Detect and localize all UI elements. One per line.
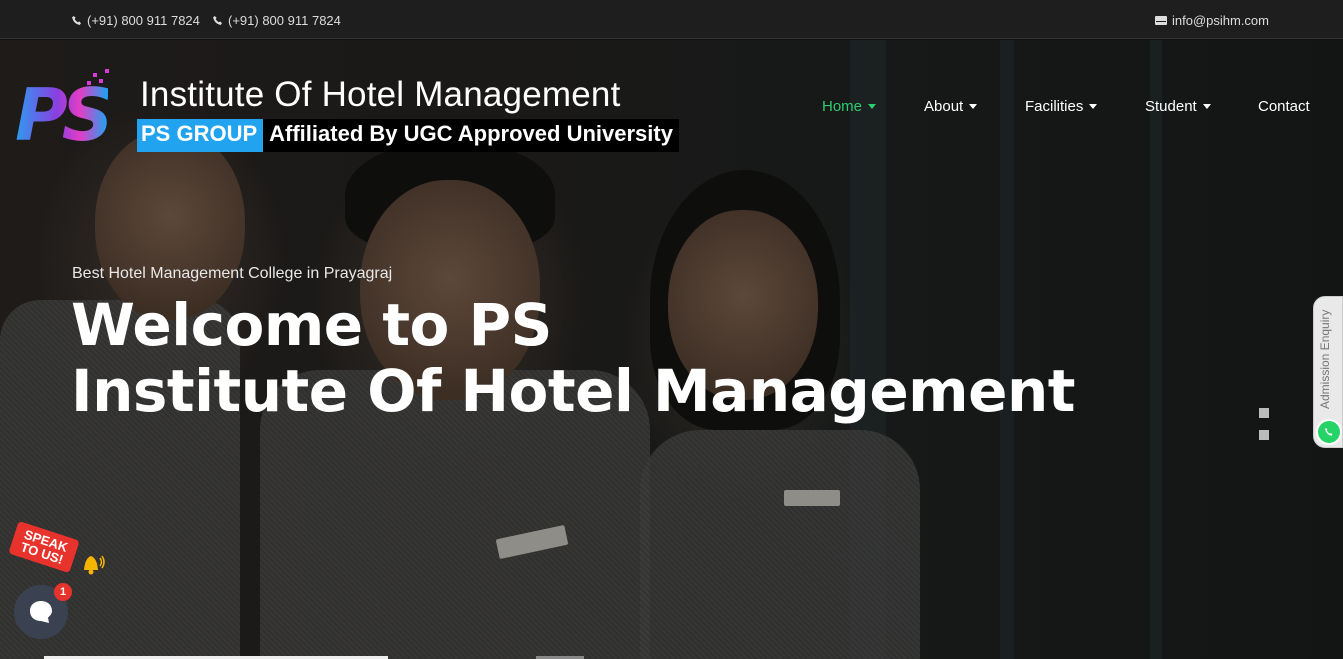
whatsapp-glyph [1325, 428, 1333, 436]
phone-icon [72, 16, 81, 25]
speak-to-us-label: SPEAK TO US! [8, 520, 80, 574]
nav-label: Facilities [1025, 98, 1084, 115]
slider-dot-1[interactable] [1259, 408, 1269, 418]
logo-pixel [105, 69, 109, 73]
chat-button[interactable]: 1 [14, 583, 72, 639]
hero-eyebrow: Best Hotel Management College in Prayagr… [72, 265, 393, 282]
site-logo[interactable]: PS Institute Of Hotel Management PS GROU… [15, 65, 679, 157]
ps-logo-mark: PS [15, 69, 130, 157]
caret-down-icon [868, 104, 877, 109]
whatsapp-icon[interactable] [1316, 419, 1342, 445]
nav-item-student[interactable]: Student [1145, 98, 1211, 115]
logo-pixel [99, 79, 103, 83]
logo-title: Institute Of Hotel Management [140, 75, 621, 114]
top-bar: (+91) 800 911 7824 (+91) 800 911 7824 in… [0, 0, 1343, 39]
email-address: info@psihm.com [1171, 13, 1269, 28]
logo-mark-text: PS [15, 73, 114, 157]
nav-label: Contact [1258, 98, 1310, 115]
logo-subtitle: PS GROUP Affiliated By UGC Approved Univ… [137, 119, 679, 152]
email-link[interactable]: info@psihm.com [1154, 13, 1269, 28]
slider-dot-2[interactable] [1259, 430, 1269, 440]
phone-link-1[interactable]: (+91) 800 911 7824 [72, 13, 200, 28]
nav-item-home[interactable]: Home [822, 98, 877, 115]
nav-label: Home [822, 98, 863, 115]
caret-down-icon [969, 104, 978, 109]
nav-label: Student [1145, 98, 1197, 115]
phone-number-1: (+91) 800 911 7824 [87, 13, 200, 28]
nav-item-contact[interactable]: Contact [1258, 98, 1310, 115]
nav-item-about[interactable]: About [924, 98, 978, 115]
chat-unread-badge: 1 [54, 583, 72, 601]
speak-to-us-widget[interactable]: SPEAK TO US! [8, 520, 105, 580]
nav-label: About [924, 98, 964, 115]
logo-group: PS GROUP [137, 119, 264, 152]
nav-item-facilities[interactable]: Facilities [1025, 98, 1098, 115]
logo-pixel [87, 81, 91, 85]
logo-pixel [93, 73, 97, 77]
phone-link-2[interactable]: (+91) 800 911 7824 [213, 13, 341, 28]
admission-enquiry-label: Admission Enquiry [1318, 309, 1332, 409]
phone-number-2: (+91) 800 911 7824 [228, 13, 341, 28]
hero-heading-line-2: Institute Of Hotel Management [71, 357, 1075, 425]
hero-heading-line-1: Welcome to PS [71, 291, 552, 359]
caret-down-icon [1089, 104, 1098, 109]
bell-icon [84, 555, 105, 575]
mail-icon [1154, 16, 1167, 25]
phone-icon [213, 16, 222, 25]
hero-heading: Welcome to PS Institute Of Hotel Managem… [71, 292, 1075, 424]
logo-affiliation: Affiliated By UGC Approved University [263, 119, 679, 152]
admission-enquiry-tab[interactable]: Admission Enquiry [1313, 296, 1343, 448]
caret-down-icon [1202, 104, 1211, 109]
chat-icon [30, 601, 52, 623]
